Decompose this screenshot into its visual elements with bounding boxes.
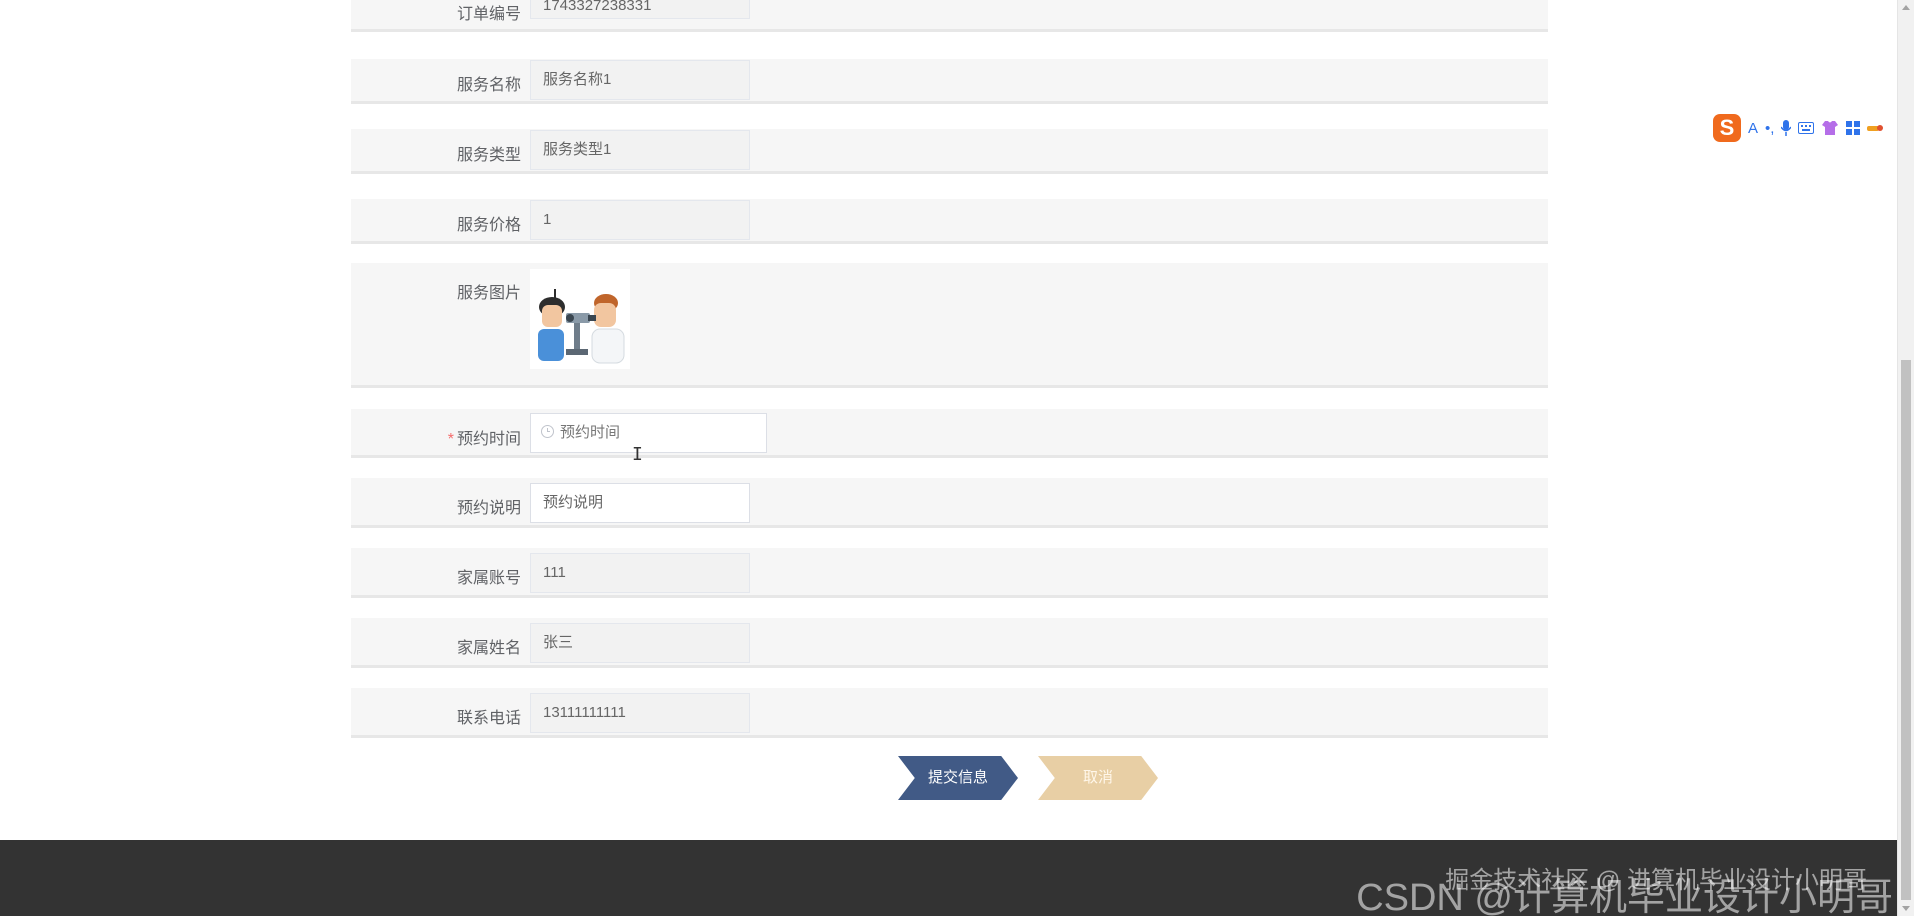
page: 订单编号 1743327238331 服务名称 服务名称1 服务类型 服务类型1… xyxy=(0,0,1914,916)
footer: 掘金技术社区 @ 进算机毕业设计小明哥 CSDN @计算机毕业设计小明哥 xyxy=(0,840,1897,916)
family-name-field[interactable]: 张三 xyxy=(530,623,750,663)
ime-punctuation-icon[interactable]: •, xyxy=(1765,120,1774,137)
service-image-label: 服务图片 xyxy=(456,285,521,302)
scroll-up-arrow-icon[interactable] xyxy=(1902,5,1910,10)
service-type-field[interactable]: 服务类型1 xyxy=(530,130,750,170)
eye-exam-illustration xyxy=(538,289,625,364)
vertical-scrollbar[interactable] xyxy=(1897,0,1914,916)
service-price-field[interactable]: 1 xyxy=(530,200,750,240)
form-row-appointment-note: 预约说明 预约说明 xyxy=(351,478,1548,528)
service-name-field[interactable]: 服务名称1 xyxy=(530,60,750,100)
scroll-down-arrow-icon[interactable] xyxy=(1902,906,1910,911)
family-account-field[interactable]: 111 xyxy=(530,553,750,593)
appointment-time-label: * 预约时间 xyxy=(361,425,521,449)
family-account-label: 家属账号 xyxy=(456,570,521,587)
form-row-service-image: 服务图片 xyxy=(351,263,1548,388)
form-row-service-price: 服务价格 1 xyxy=(351,199,1548,244)
cancel-button[interactable]: 取消 xyxy=(1038,756,1158,800)
form-row-family-name: 家属姓名 张三 xyxy=(351,618,1548,668)
appointment-time-picker[interactable]: 预约时间 xyxy=(530,413,767,453)
phone-label: 联系电话 xyxy=(456,710,521,727)
grid-icon[interactable] xyxy=(1846,121,1861,135)
form-row-appointment-time: * 预约时间 预约时间 xyxy=(351,409,1548,458)
order-no-label: 订单编号 xyxy=(456,6,521,23)
appointment-note-label: 预约说明 xyxy=(456,500,521,517)
appointment-time-label-text: 预约时间 xyxy=(456,431,521,448)
service-type-label: 服务类型 xyxy=(456,147,521,164)
watermark-csdn: CSDN @计算机毕业设计小明哥 xyxy=(1356,877,1893,916)
appointment-note-input[interactable]: 预约说明 xyxy=(530,483,750,523)
service-image-thumbnail[interactable] xyxy=(530,269,630,369)
keyboard-icon[interactable] xyxy=(1798,122,1815,134)
tools-icon[interactable] xyxy=(1867,122,1884,134)
shirt-icon[interactable] xyxy=(1821,120,1839,136)
form-row-phone: 联系电话 13111111111 xyxy=(351,688,1548,738)
ime-toolbar[interactable]: S A •, xyxy=(1713,113,1897,143)
service-name-label: 服务名称 xyxy=(456,77,521,94)
service-price-label: 服务价格 xyxy=(456,217,521,234)
clock-icon xyxy=(541,425,554,439)
ime-chinese-english-icon[interactable]: A xyxy=(1748,120,1758,137)
required-mark: * xyxy=(447,431,454,448)
appointment-time-placeholder: 预约时间 xyxy=(560,424,621,441)
form-row-order-no: 订单编号 1743327238331 xyxy=(351,0,1548,32)
phone-field[interactable]: 13111111111 xyxy=(530,693,750,733)
submit-button[interactable]: 提交信息 xyxy=(898,756,1018,800)
family-name-label: 家属姓名 xyxy=(456,640,521,657)
form-row-service-name: 服务名称 服务名称1 xyxy=(351,59,1548,104)
mic-icon[interactable] xyxy=(1781,120,1792,136)
form-row-family-account: 家属账号 111 xyxy=(351,548,1548,598)
ime-logo[interactable]: S xyxy=(1713,114,1741,142)
scrollbar-thumb[interactable] xyxy=(1901,360,1911,900)
order-no-field[interactable]: 1743327238331 xyxy=(530,0,750,19)
text-cursor-icon: I xyxy=(632,444,643,465)
form-row-service-type: 服务类型 服务类型1 xyxy=(351,129,1548,174)
